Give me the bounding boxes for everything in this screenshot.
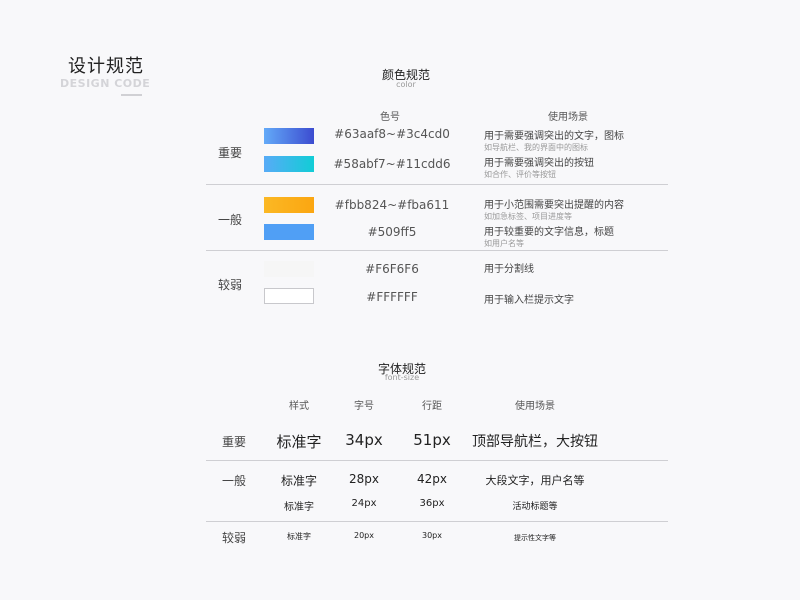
font-size-value: 34px [345,431,383,449]
color-group-weak: 较弱 [218,278,243,292]
font-style-sample: 标准字 [284,502,314,513]
font-style-sample: 标准字 [287,532,311,541]
font-group-weak: 较弱 [222,531,247,545]
font-column-line-height: 行距 [422,401,442,412]
font-column-style: 样式 [289,401,309,412]
font-column-usage: 使用场景 [515,401,555,412]
font-divider [206,460,668,461]
font-size-value: 20px [354,531,374,540]
font-section-subtitle: font-size [384,373,420,382]
color-swatch [264,224,314,240]
font-divider [206,521,668,522]
font-usage: 活动标题等 [512,502,558,512]
color-column-usage: 使用场景 [548,112,588,123]
color-usage: 用于较重要的文字信息，标题 [484,227,614,238]
color-usage: 用于需要强调突出的按钮 [484,158,594,169]
color-group-normal: 一般 [218,213,243,227]
color-code: #58abf7~#11cdd6 [333,157,451,171]
color-usage: 用于输入栏提示文字 [484,295,574,306]
color-code: #F6F6F6 [365,262,419,276]
color-section-subtitle: color [396,80,416,89]
font-line-height-value: 30px [422,531,442,540]
color-swatch [264,288,314,304]
font-group-important: 重要 [222,435,247,449]
color-group-important: 重要 [218,146,243,160]
color-divider [206,184,668,185]
color-usage-note: 如导航栏、我的界面中的图标 [484,143,588,152]
title-underline [121,94,142,96]
font-line-height-value: 36px [419,498,445,509]
color-usage-note: 如合作、评价等按钮 [484,170,556,179]
font-style-sample: 标准字 [276,433,322,451]
color-swatch [264,261,314,277]
font-group-normal: 一般 [222,474,247,488]
font-size-value: 28px [349,472,379,486]
color-code: #FFFFFF [366,290,418,304]
color-usage-note: 如用户名等 [484,239,524,248]
font-size-value: 24px [351,498,377,509]
color-code: #509ff5 [367,225,417,239]
font-usage: 大段文字，用户名等 [485,474,585,487]
color-usage-note: 如加急标签、项目进度等 [484,212,572,221]
font-style-sample: 标准字 [280,474,317,488]
color-code: #fbb824~#fba611 [334,198,450,212]
font-column-size: 字号 [354,401,374,412]
font-line-height-value: 51px [413,431,451,449]
color-usage: 用于小范围需要突出提醒的内容 [484,200,624,211]
color-code: #63aaf8~#3c4cd0 [334,127,450,141]
color-divider [206,250,668,251]
font-usage: 提示性文字等 [514,534,556,542]
font-line-height-value: 42px [417,472,447,486]
color-swatch [264,156,314,172]
color-column-code: 色号 [380,112,400,123]
color-usage: 用于分割线 [484,264,534,275]
color-swatch [264,197,314,213]
color-swatch [264,128,314,144]
page-subtitle: DESIGN CODE [60,77,151,90]
page-title: 设计规范 [68,56,144,77]
color-usage: 用于需要强调突出的文字，图标 [484,131,624,142]
font-usage: 顶部导航栏，大按钮 [472,434,598,450]
